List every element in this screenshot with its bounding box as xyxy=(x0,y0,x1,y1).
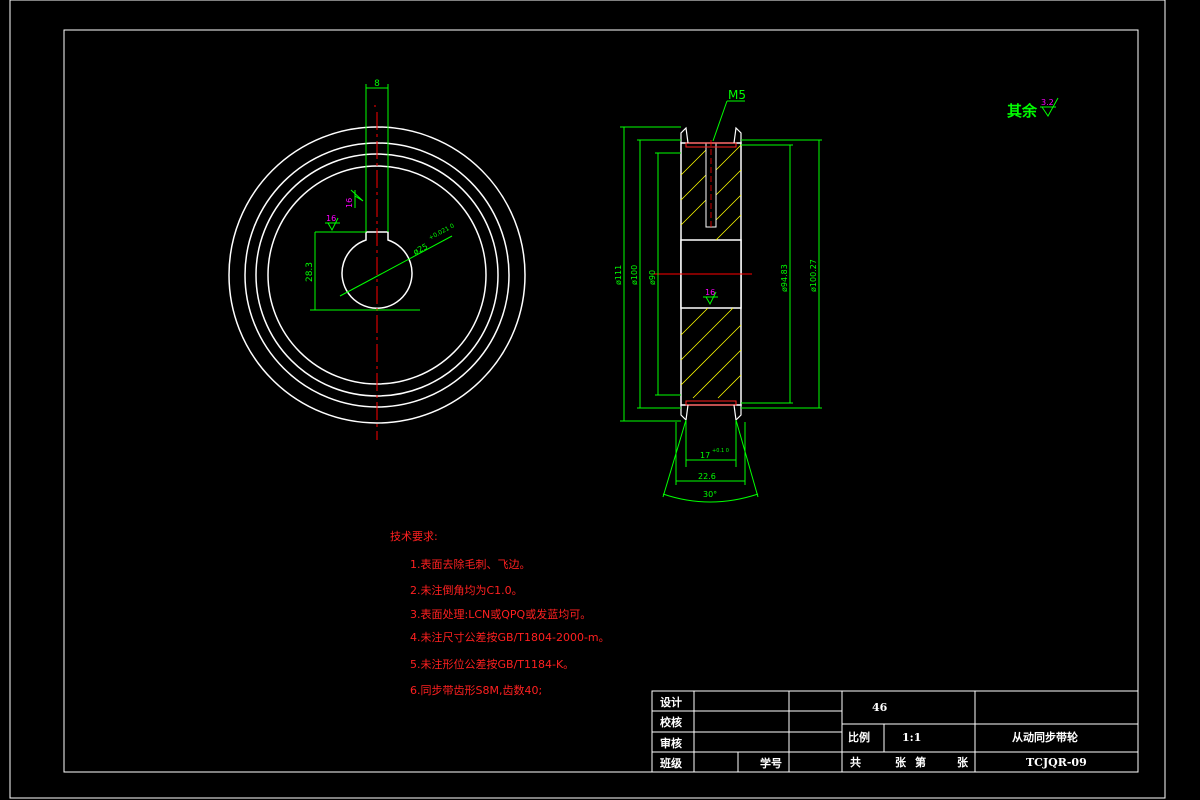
dim-w-inner-label: 17 xyxy=(700,451,710,460)
tech-req-item: 6.同步带齿形S8M,齿数40; xyxy=(410,684,542,697)
tb-scale-value: 1:1 xyxy=(902,731,921,744)
tech-req-item: 1.表面去除毛刺、飞边。 xyxy=(410,557,531,571)
tb-sheet-zhang1: 张 xyxy=(895,755,907,769)
dim-w-total-label: 22.6 xyxy=(698,472,716,481)
tb-check-label: 校核 xyxy=(660,715,682,729)
thread-leader xyxy=(712,100,728,142)
tb-student-no-label: 学号 xyxy=(760,756,782,770)
dim-d5-label: ø100.27 xyxy=(809,259,818,292)
tb-sheet-total: 共 xyxy=(850,755,861,769)
tb-class-label: 班级 xyxy=(660,756,683,770)
outer-sheet-border xyxy=(9,0,1166,799)
tech-req-item: 5.未注形位公差按GB/T1184-K。 xyxy=(410,657,574,671)
side-section-view: M5 ø111 ø100 ø90 ø94.83 ø100.27 16 17 +0… xyxy=(614,88,822,503)
height-dim-label: 28.3 xyxy=(305,262,315,282)
roughness-note-text: 其余 xyxy=(1007,102,1038,120)
thread-label: M5 xyxy=(728,88,746,102)
roughness-value-2: 16 xyxy=(345,198,354,208)
front-view: 8 28.3 ø25 +0.021 0 16 16 xyxy=(228,79,526,440)
tb-material: 46 xyxy=(872,701,888,714)
tb-scale-label: 比例 xyxy=(848,730,870,744)
tb-sheet-zhang2: 张 xyxy=(957,755,969,769)
tb-review-label: 审核 xyxy=(660,736,682,750)
dim-d1-label: ø111 xyxy=(614,265,623,285)
angle-line-right xyxy=(735,419,759,498)
tb-drawing-title: 从动同步带轮 xyxy=(1012,730,1078,744)
tech-req-heading: 技术要求: xyxy=(390,530,438,543)
tech-req-item: 2.未注倒角均为C1.0。 xyxy=(410,583,523,597)
dim-w-inner-tol: +0.1 0 xyxy=(712,448,729,454)
tech-req-item: 4.未注尺寸公差按GB/T1804-2000-m。 xyxy=(410,630,610,644)
tb-design-label: 设计 xyxy=(660,695,682,709)
roughness-note: 其余 3.2 xyxy=(1007,97,1059,120)
cad-drawing-canvas: 8 28.3 ø25 +0.021 0 16 16 M5 ø111 ø100 ø… xyxy=(9,0,1166,799)
angle-line-left xyxy=(662,419,687,498)
tech-req-item: 3.表面处理:LCN或QPQ或发蓝均可。 xyxy=(410,607,591,621)
dim-d3-label: ø90 xyxy=(648,270,657,285)
tb-drawing-code: TCJQR-09 xyxy=(1026,756,1087,769)
bore-dia-tolerance: +0.021 0 xyxy=(428,222,456,241)
tb-sheet-di: 第 xyxy=(915,755,926,769)
angle-label: 30° xyxy=(703,490,717,499)
roughness-note-value: 3.2 xyxy=(1041,98,1054,107)
tech-requirements: 技术要求: 1.表面去除毛刺、飞边。 2.未注倒角均为C1.0。 3.表面处理:… xyxy=(390,530,610,697)
dim-d4-label: ø94.83 xyxy=(780,264,789,292)
dim-d2-label: ø100 xyxy=(630,265,639,285)
flange-bottom xyxy=(680,404,742,422)
bore-dia-label: ø25 xyxy=(412,242,430,257)
roughness-value-1: 16 xyxy=(326,214,336,223)
keyway-width-label: 8 xyxy=(374,79,380,89)
drawing-frame xyxy=(63,29,1139,773)
